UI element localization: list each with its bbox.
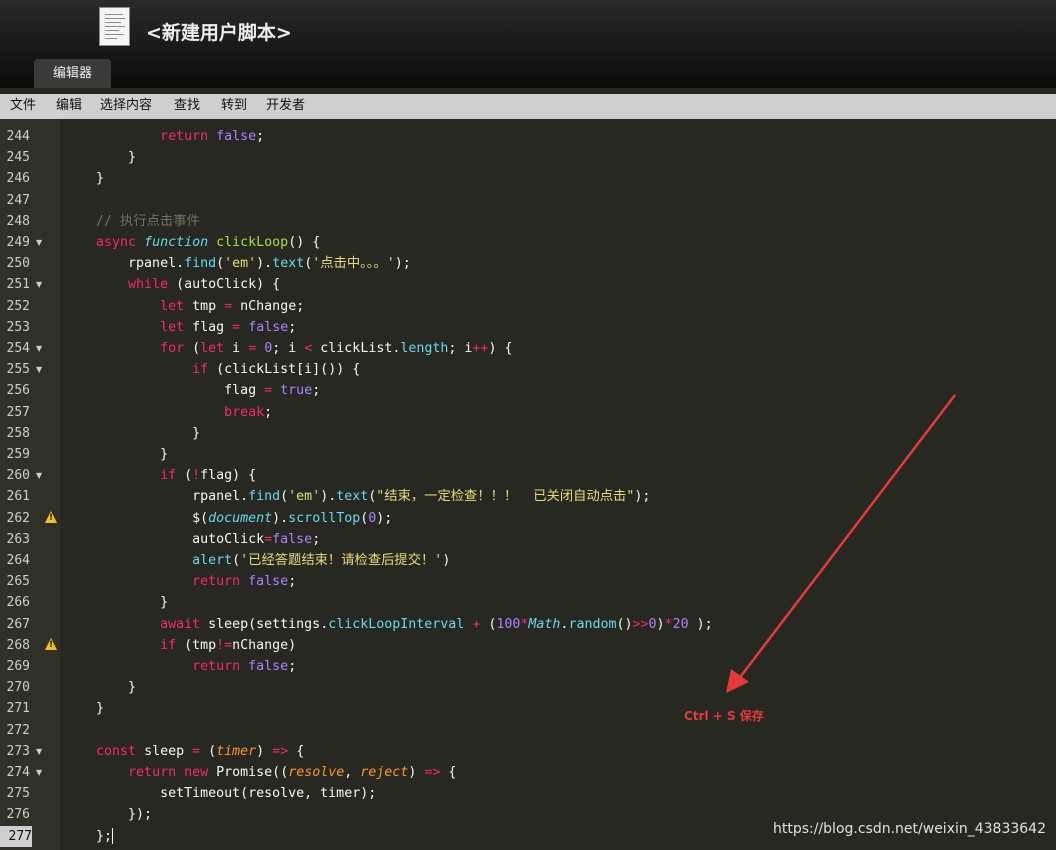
annotation-arrow [726,394,956,693]
watermark: https://blog.csdn.net/weixin_43833642 [772,821,1046,837]
save-shortcut-note: Ctrl + S 保存 [684,709,764,723]
